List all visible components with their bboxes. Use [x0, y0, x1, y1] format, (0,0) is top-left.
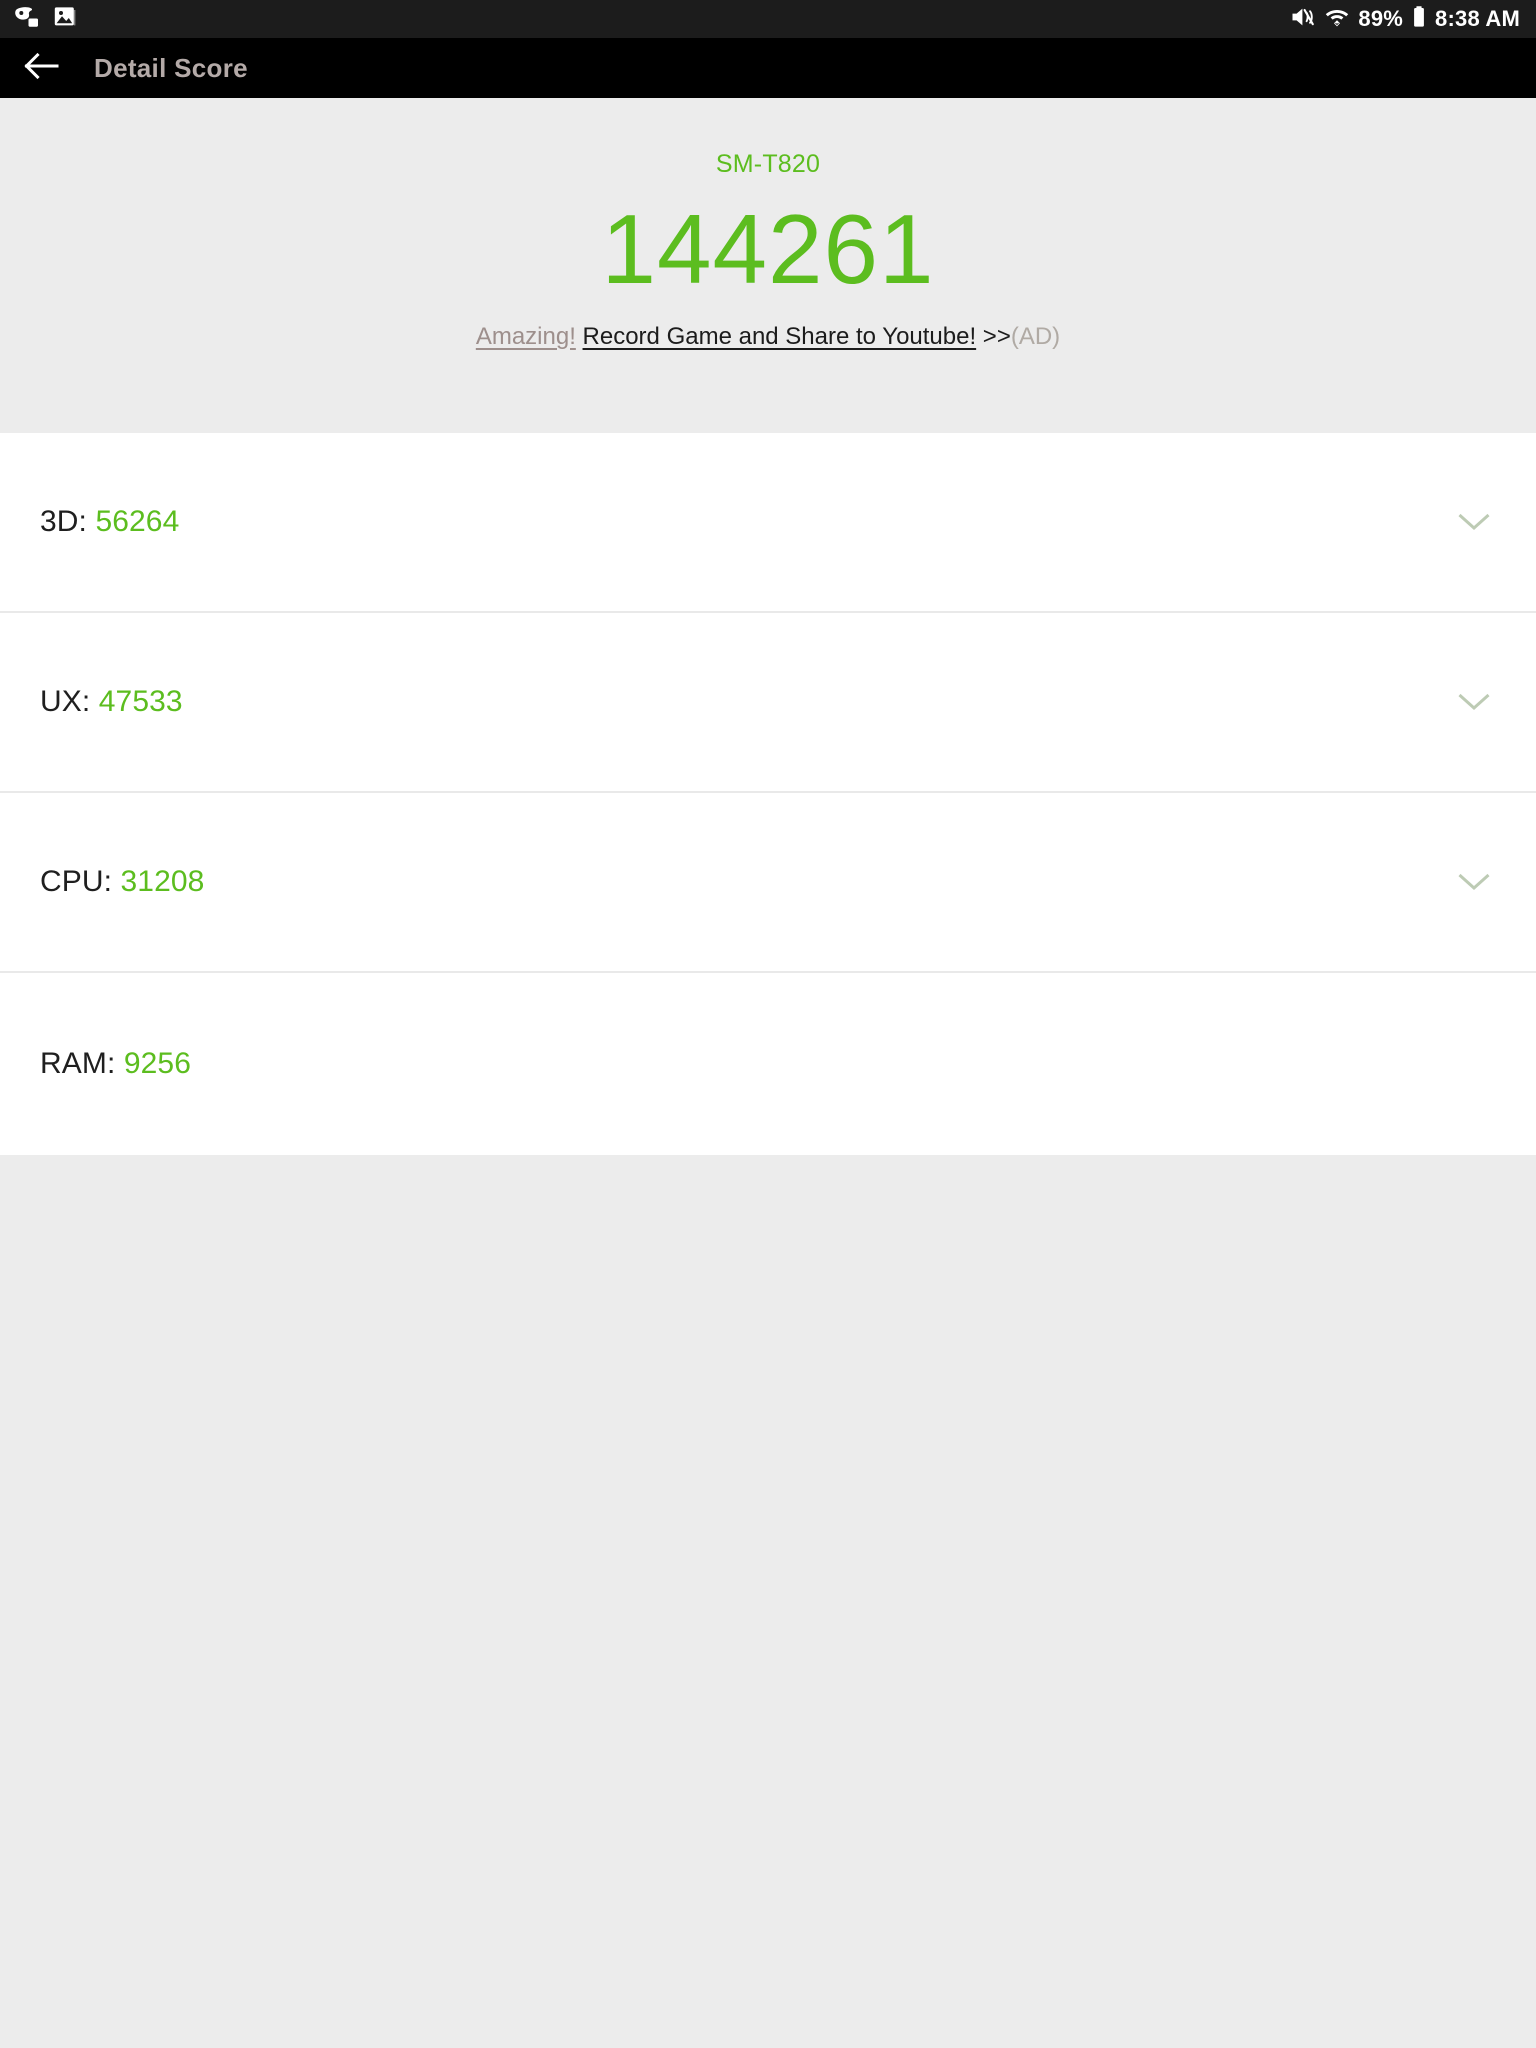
total-score-value: 144261	[601, 194, 935, 304]
ad-link-label[interactable]: Record Game and Share to Youtube!	[583, 323, 977, 350]
detail-row-ux[interactable]: UX: 47533	[0, 613, 1536, 793]
detail-row-ram[interactable]: RAM: 9256	[0, 973, 1536, 1155]
detail-row-label: RAM:	[40, 1047, 116, 1080]
detail-row-text: CPU: 31208	[40, 867, 204, 897]
page-title: Detail Score	[94, 52, 248, 83]
detail-row-label: UX:	[40, 685, 91, 718]
detail-row-3d[interactable]: 3D: 56264	[0, 433, 1536, 613]
ad-arrows-label: >>	[976, 322, 1011, 350]
device-model-label: SM-T820	[715, 150, 821, 178]
app-bar: Detail Score	[0, 38, 1536, 98]
chevron-down-icon[interactable]	[1455, 683, 1493, 721]
screenshot-image-icon	[54, 6, 76, 33]
chevron-down-icon[interactable]	[1455, 503, 1493, 541]
clock-label: 8:38 AM	[1435, 6, 1520, 31]
detail-row-label: 3D:	[40, 505, 87, 538]
game-tools-icon	[14, 6, 40, 33]
detail-row-value: 9256	[123, 1047, 191, 1080]
detail-row-text: UX: 47533	[40, 687, 183, 717]
score-header-panel: SM-T820 144261 Amazing! Record Game and …	[0, 98, 1536, 433]
antutu-detail-score-screen: 89% 8:38 AM Detail Score SM-T820 144261	[0, 0, 1536, 2048]
detail-row-value: 31208	[120, 865, 205, 898]
battery-icon	[1412, 5, 1426, 34]
volume-mute-icon	[1291, 5, 1316, 34]
wifi-icon	[1325, 5, 1349, 34]
detail-score-list: 3D: 56264 UX: 47533 CPU: 31208 RAM: 9256	[0, 433, 1536, 1155]
ad-amazing-label[interactable]: Amazing!	[476, 323, 576, 350]
detail-row-cpu[interactable]: CPU: 31208	[0, 793, 1536, 973]
status-bar-right-cluster: 89% 8:38 AM	[1291, 5, 1520, 34]
back-arrow-icon	[23, 49, 61, 88]
status-bar: 89% 8:38 AM	[0, 0, 1536, 38]
chevron-down-icon[interactable]	[1455, 863, 1493, 901]
ad-banner[interactable]: Amazing! Record Game and Share to Youtub…	[0, 322, 1536, 350]
page-background-filler	[0, 1155, 1536, 2048]
detail-row-value: 47533	[98, 685, 183, 718]
back-button[interactable]	[12, 38, 72, 98]
detail-row-value: 56264	[95, 505, 180, 538]
status-bar-left-icons	[14, 6, 76, 33]
detail-row-text: 3D: 56264	[40, 507, 179, 537]
detail-row-text: RAM: 9256	[40, 1049, 191, 1079]
detail-row-label: CPU:	[40, 865, 113, 898]
ad-tag-label: (AD)	[1010, 322, 1061, 350]
battery-percent-label: 89%	[1358, 6, 1404, 31]
